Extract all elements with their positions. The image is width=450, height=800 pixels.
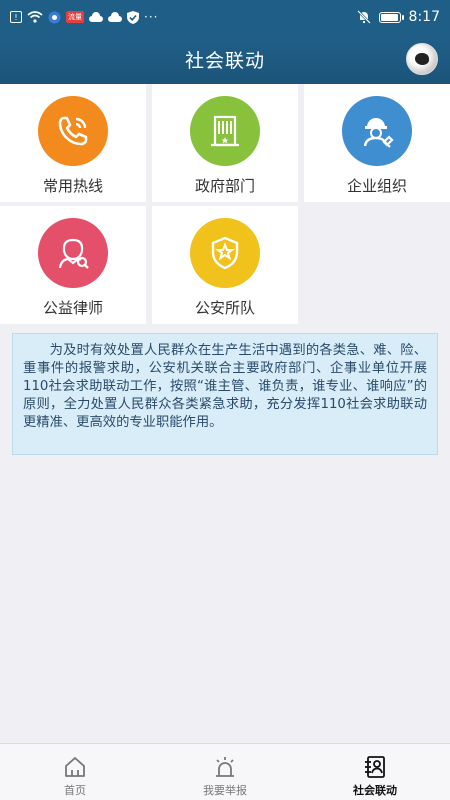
info-notice: 为及时有效处置人民群众在生产生活中遇到的各类急、难、险、重事件的报警求助，公安机… [12,333,438,455]
tile-hotline[interactable]: 常用热线 [0,84,146,202]
nav-label: 社会联动 [353,784,397,797]
tile-enterprise[interactable]: 企业组织 [304,84,450,202]
shield-app-icon [48,11,61,24]
page-title: 社会联动 [184,49,265,72]
status-icons: ! 流量 ··· [10,10,158,24]
tile-label: 公益律师 [42,299,103,317]
notice-text: 为及时有效处置人民群众在生产生活中遇到的各类急、难、险、重事件的报警求助，公安机… [23,343,427,430]
wifi-icon [27,11,43,23]
tile-label: 公安所队 [194,299,255,317]
nav-report[interactable]: 我要举报 [150,744,300,800]
status-right: 8:17 [356,9,440,25]
contacts-icon [365,756,385,778]
nav-home[interactable]: 首页 [0,744,150,800]
tile-police[interactable]: 公安所队 [152,206,298,324]
tile-government[interactable]: 政府部门 [152,84,298,202]
building-icon [190,96,260,166]
nav-social-linkage[interactable]: 社会联动 [300,744,450,800]
avatar-image [415,53,429,65]
alarm-icon [216,757,234,777]
home-icon [65,757,85,777]
nav-label: 我要举报 [203,784,247,797]
cloud-icon [89,11,103,23]
tile-label: 企业组织 [346,177,407,195]
check-shield-icon [127,10,139,24]
worker-icon [342,96,412,166]
nav-label: 首页 [64,784,86,797]
tile-lawyer[interactable]: 公益律师 [0,206,146,324]
tile-label: 常用热线 [42,177,103,195]
bell-muted-icon [356,10,371,24]
bottom-nav: 首页 我要举报 社会联动 [0,743,450,800]
phone-icon [38,96,108,166]
cloud-icon-2 [108,11,122,23]
tile-label: 政府部门 [194,177,255,195]
clock: 8:17 [408,9,440,25]
lawyer-icon [38,218,108,288]
more-notifications: ··· [144,10,159,24]
notification-icon: ! [10,11,22,23]
status-bar: ! 流量 ··· 8:17 [0,0,450,34]
app-header: 社会联动 [0,34,450,84]
traffic-badge: 流量 [66,11,84,23]
battery-icon [378,11,404,23]
police-badge-icon [190,218,260,288]
avatar[interactable] [406,43,438,75]
